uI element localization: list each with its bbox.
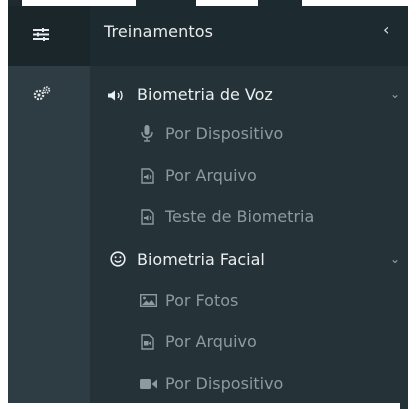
submenu-facial-por-dispositivo[interactable]: Por Dispositivo bbox=[90, 364, 408, 404]
audio-file-icon bbox=[141, 168, 154, 184]
smiley-icon bbox=[110, 251, 126, 267]
submenu-voz-por-arquivo[interactable]: Por Arquivo bbox=[90, 156, 408, 196]
menu-label: Biometria de Voz bbox=[137, 85, 273, 104]
speaker-icon bbox=[108, 90, 123, 101]
chevron-down-icon[interactable]: ⌄ bbox=[390, 87, 400, 101]
submenu-label: Por Fotos bbox=[165, 291, 239, 310]
submenu-facial-por-fotos[interactable]: Por Fotos bbox=[90, 281, 408, 321]
page-title: Treinamentos bbox=[104, 22, 214, 41]
submenu-label: Por Dispositivo bbox=[165, 124, 284, 143]
submenu-label: Por Arquivo bbox=[165, 332, 257, 351]
chevron-down-icon[interactable]: ⌄ bbox=[390, 252, 400, 266]
header-bar: Treinamentos ‹ bbox=[8, 0, 408, 66]
microphone-icon bbox=[141, 125, 153, 142]
icon-rail bbox=[8, 66, 90, 403]
submenu-voz-por-dispositivo[interactable]: Por Dispositivo bbox=[90, 114, 408, 154]
app-window: Treinamentos ‹ Biometria de Voz ⌄ Por Di… bbox=[8, 0, 408, 409]
cogs-icon[interactable] bbox=[33, 86, 51, 101]
submenu-label: Teste de Biometria bbox=[165, 207, 315, 226]
video-file-icon bbox=[141, 334, 154, 350]
menu-biometria-facial[interactable]: Biometria Facial ⌄ bbox=[90, 240, 408, 280]
submenu-label: Por Dispositivo bbox=[165, 374, 284, 393]
rail-header bbox=[8, 6, 90, 66]
bottom-strip bbox=[0, 403, 400, 409]
submenu-voz-teste-de-biometria[interactable]: Teste de Biometria bbox=[90, 197, 408, 237]
sliders-icon[interactable] bbox=[33, 28, 49, 41]
menu-biometria-de-voz[interactable]: Biometria de Voz ⌄ bbox=[90, 75, 408, 115]
collapse-chevron-icon[interactable]: ‹ bbox=[383, 20, 389, 39]
menu-label: Biometria Facial bbox=[137, 250, 265, 269]
audio-file-icon bbox=[141, 209, 154, 225]
image-icon bbox=[140, 294, 157, 307]
submenu-facial-por-arquivo[interactable]: Por Arquivo bbox=[90, 322, 408, 362]
video-camera-icon bbox=[140, 379, 157, 389]
submenu-label: Por Arquivo bbox=[165, 166, 257, 185]
